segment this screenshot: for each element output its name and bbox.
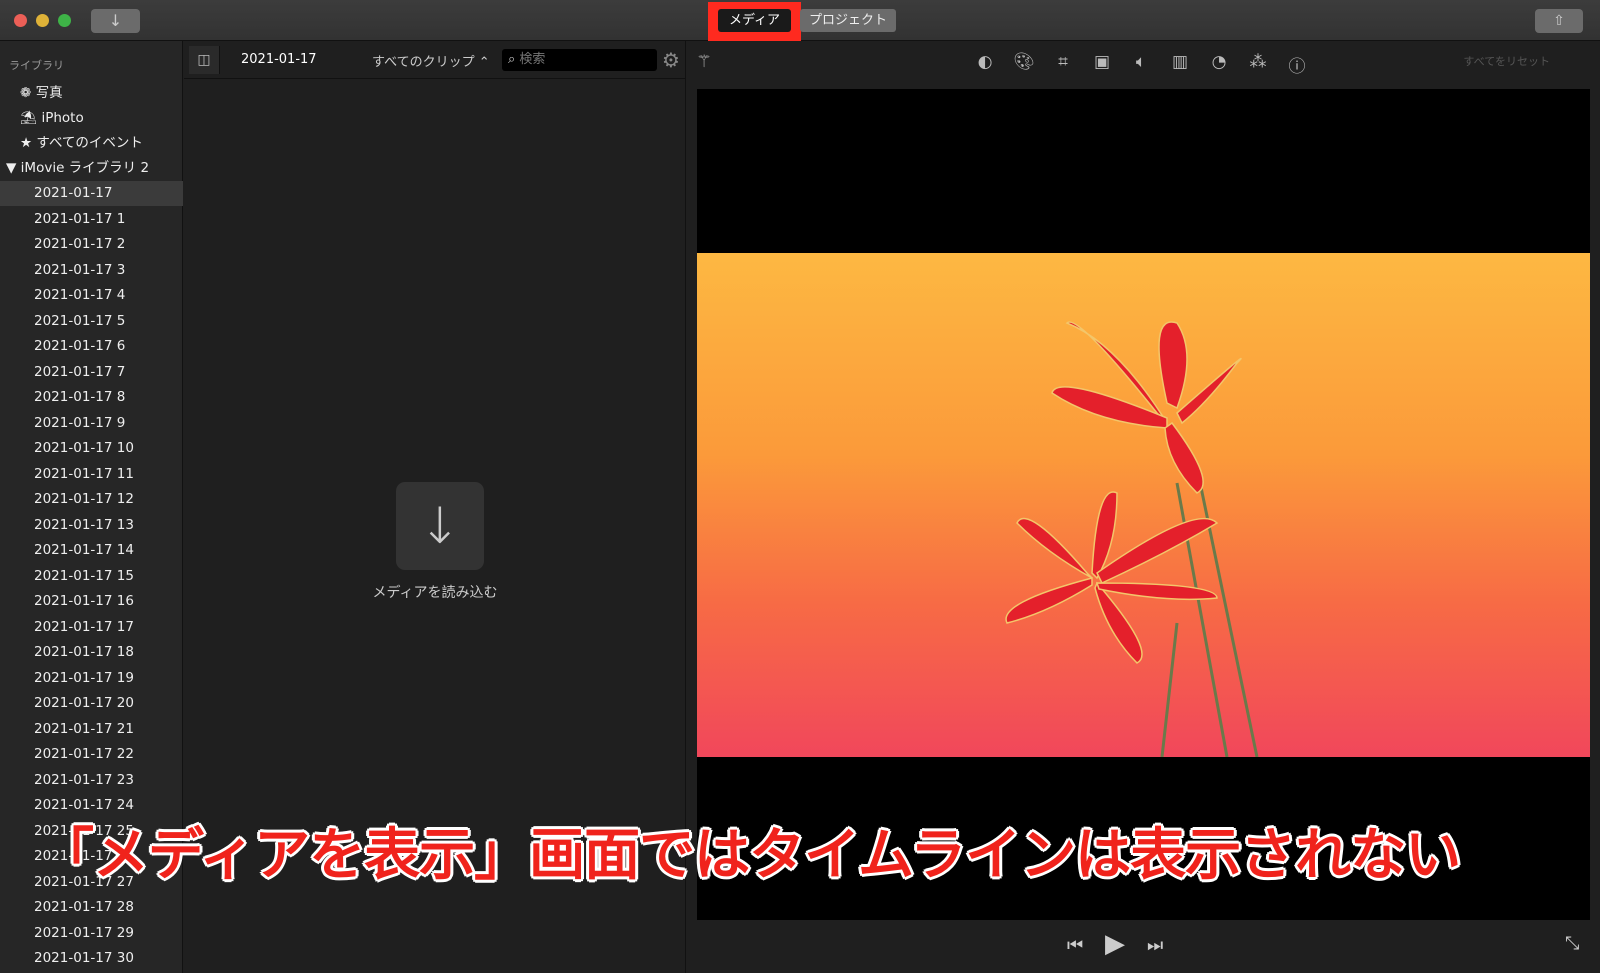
minimize-button[interactable]	[36, 14, 49, 27]
sidebar-event-item[interactable]: 2021-01-17 2	[0, 232, 183, 257]
sidebar-toggle-button[interactable]: ◫	[189, 46, 220, 74]
clip-filter-icon[interactable]: ⁂	[1246, 52, 1270, 72]
sidebar-event-item[interactable]: 2021-01-17 30	[0, 946, 183, 971]
skip-forward-button[interactable]: ⏭︎	[1147, 935, 1163, 956]
search-icon: ⌕	[508, 52, 516, 67]
sidebar-item-photos[interactable]: ❁ 写真	[0, 81, 183, 106]
sidebar-event-item[interactable]: 2021-01-17 1	[0, 207, 183, 232]
sidebar-item-iphoto[interactable]: ⛱ iPhoto	[0, 106, 183, 131]
sidebar-event-item[interactable]: 2021-01-17 16	[0, 589, 183, 614]
arrow-down-icon: ↓	[108, 11, 123, 30]
share-icon: ⇧	[1553, 13, 1565, 29]
import-button[interactable]: ↓	[91, 9, 140, 33]
flower-illustration	[1005, 321, 1259, 757]
sidebar-event-item[interactable]: 2021-01-17 10	[0, 436, 183, 461]
sidebar-event-item[interactable]: 2021-01-17 5	[0, 309, 183, 334]
sidebar-event-item[interactable]: 2021-01-17 9	[0, 411, 183, 436]
sidebar-event-item[interactable]: 2021-01-17	[0, 181, 183, 206]
sidebar-event-item[interactable]: 2021-01-17 20	[0, 691, 183, 716]
crop-icon[interactable]: ⌗	[1051, 52, 1075, 72]
tab-projects[interactable]: プロジェクト	[800, 9, 896, 32]
sidebar-event-item[interactable]: 2021-01-17 21	[0, 717, 183, 742]
sidebar-library[interactable]: ▼ iMovie ライブラリ 2	[0, 156, 183, 181]
video-preview	[697, 89, 1590, 920]
skip-back-button[interactable]: ⏮︎	[1067, 935, 1083, 956]
search-input[interactable]: ⌕ 検索	[502, 49, 657, 71]
sidebar-event-item[interactable]: 2021-01-17 23	[0, 768, 183, 793]
sidebar-event-item[interactable]: 2021-01-17 8	[0, 385, 183, 410]
sidebar-event-item[interactable]: 2021-01-17 6	[0, 334, 183, 359]
reset-all-button[interactable]: すべてをリセット	[1463, 53, 1550, 69]
sidebar-event-item[interactable]: 2021-01-17 13	[0, 513, 183, 538]
palm-tree-icon: ⛱	[20, 110, 38, 126]
annotation-caption: 「メディアを表示」画面ではタイムラインは表示されない	[38, 823, 1461, 888]
photos-icon: ❁	[20, 85, 32, 101]
flower-image	[697, 253, 1590, 757]
volume-icon[interactable]: 🔈︎	[1129, 52, 1153, 72]
arrow-down-icon: ↓	[419, 497, 461, 555]
sidebar-event-item[interactable]: 2021-01-17 17	[0, 615, 183, 640]
import-media-label: メディアを読み込む	[372, 585, 498, 601]
clip-filter-select[interactable]: すべてのクリップ ⌃	[372, 51, 490, 70]
sidebar-event-item[interactable]: 2021-01-17 4	[0, 283, 183, 308]
title-bar: ↓ メディア プロジェクト ⇧	[0, 0, 1600, 42]
sidebar-item-all-events[interactable]: ★ すべてのイベント	[0, 131, 183, 156]
star-icon: ★	[20, 135, 33, 151]
sidebar-event-item[interactable]: 2021-01-17 28	[0, 895, 183, 920]
info-icon[interactable]: ⓘ	[1285, 52, 1309, 77]
sidebar-event-item[interactable]: 2021-01-17 12	[0, 487, 183, 512]
speed-icon[interactable]: ◔	[1207, 52, 1231, 72]
color-balance-icon[interactable]: ◐	[973, 52, 997, 72]
close-button[interactable]	[14, 14, 27, 27]
sidebar-event-item[interactable]: 2021-01-17 14	[0, 538, 183, 563]
library-header: ライブラリ	[9, 59, 64, 72]
tab-media[interactable]: メディア	[718, 9, 791, 32]
play-button[interactable]: ▶	[1105, 929, 1125, 959]
gear-icon[interactable]: ⚙	[662, 48, 680, 72]
event-title: 2021-01-17	[241, 52, 317, 67]
sidebar-event-item[interactable]: 2021-01-17 22	[0, 742, 183, 767]
sidebar-event-item[interactable]: 2021-01-17 3	[0, 258, 183, 283]
import-media-button[interactable]: ↓	[396, 482, 484, 570]
sidebar-event-item[interactable]: 2021-01-17 15	[0, 564, 183, 589]
sidebar-event-item[interactable]: 2021-01-17 7	[0, 360, 183, 385]
magic-wand-icon[interactable]: ⚚	[692, 52, 716, 72]
sidebar-icon: ◫	[197, 52, 211, 68]
sidebar-event-item[interactable]: 2021-01-17 29	[0, 921, 183, 946]
zoom-button[interactable]	[58, 14, 71, 27]
sidebar-event-item[interactable]: 2021-01-17 18	[0, 640, 183, 665]
sidebar-event-item[interactable]: 2021-01-17 19	[0, 666, 183, 691]
noise-reduction-icon[interactable]: ▥	[1168, 52, 1192, 72]
share-button[interactable]: ⇧	[1535, 9, 1583, 33]
fullscreen-icon[interactable]: ⤡	[1565, 933, 1579, 954]
stabilization-icon[interactable]: ▣	[1090, 52, 1114, 72]
color-correction-icon[interactable]: 🎨︎	[1012, 52, 1036, 72]
sidebar-event-item[interactable]: 2021-01-17 11	[0, 462, 183, 487]
